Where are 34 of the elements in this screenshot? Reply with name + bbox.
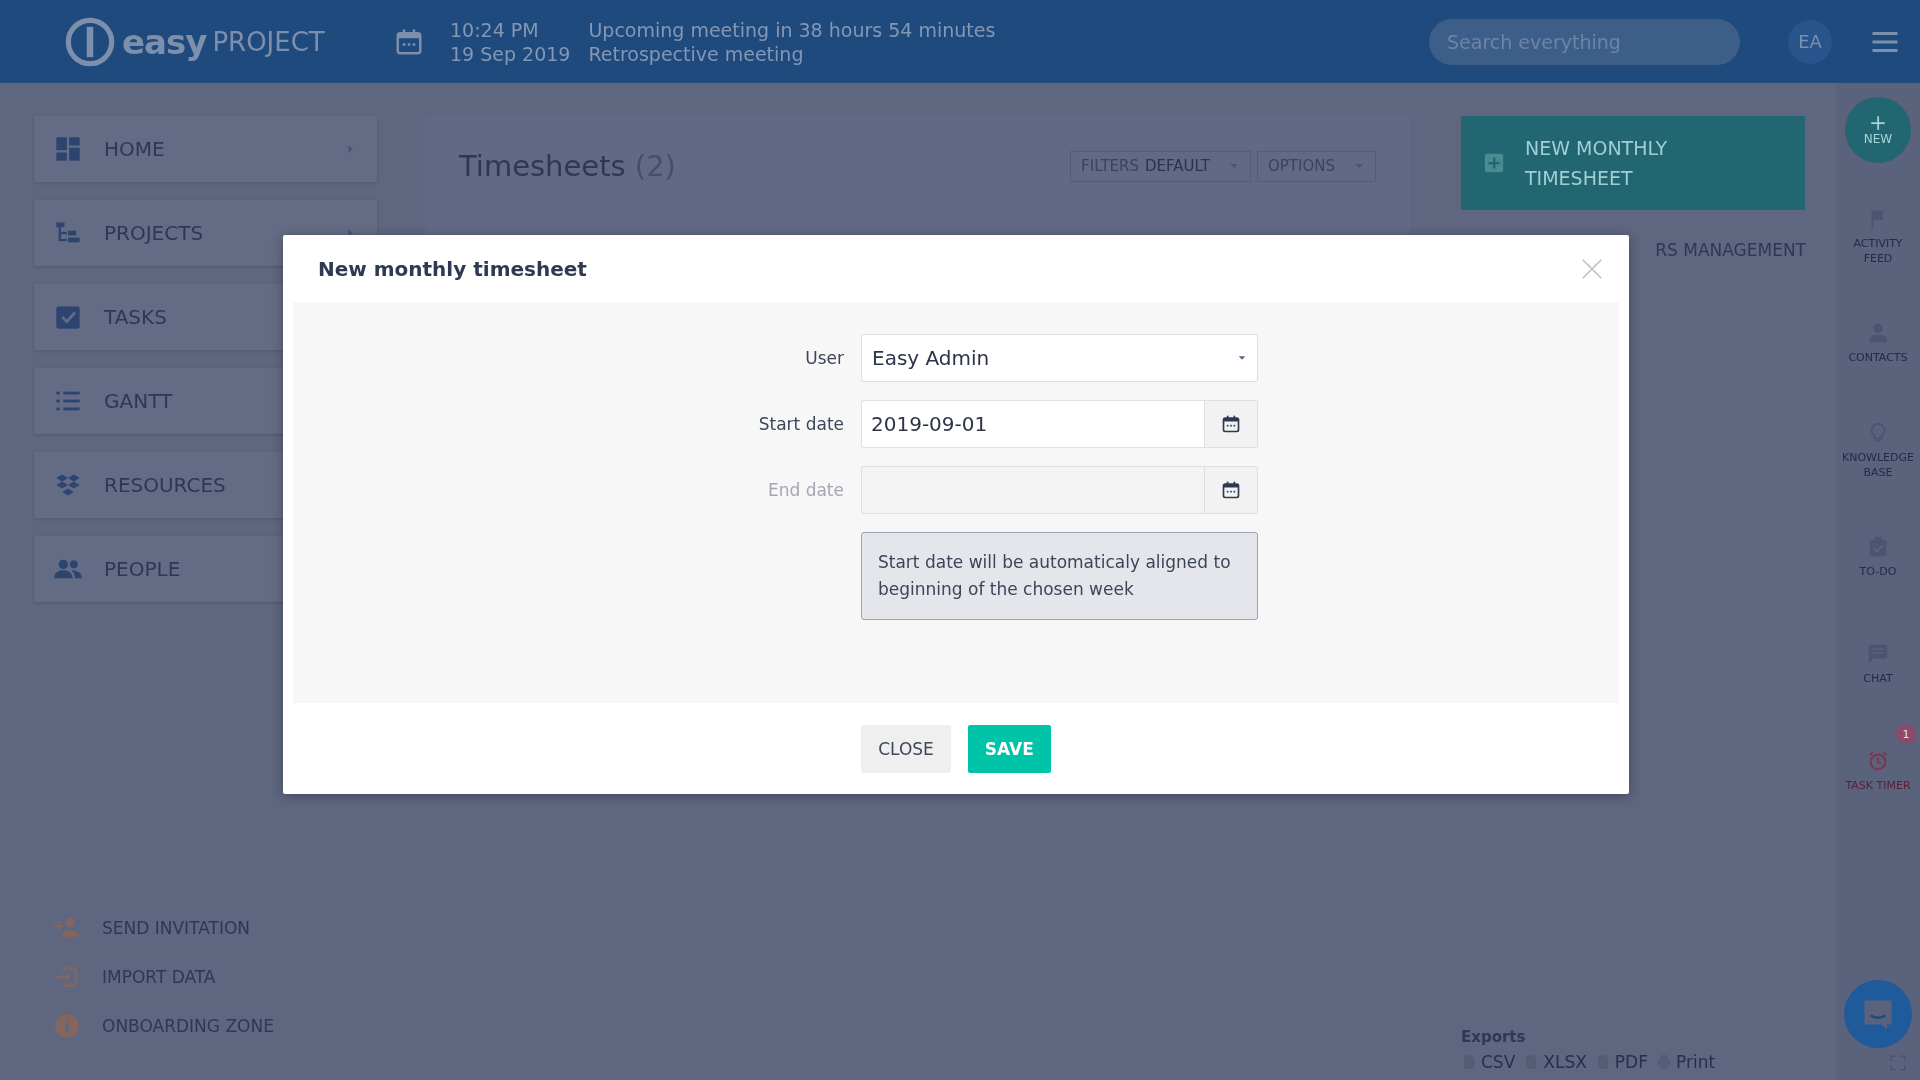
field-label: User (804, 347, 844, 370)
field-label: Start date (757, 413, 844, 436)
close-button[interactable]: CLOSE (861, 724, 951, 773)
logo-text: easy (122, 21, 207, 62)
logo-icon (64, 15, 116, 68)
alarm-clock-icon (1867, 750, 1889, 772)
reminder-date: 19 Sep 2019 (450, 42, 571, 65)
export-link[interactable]: PDF (1614, 1052, 1648, 1072)
dashboard-icon (54, 135, 82, 163)
date-field[interactable]: 2019-09-01 (861, 400, 1204, 448)
field-label: End date (766, 479, 844, 502)
info-note: Start date will be automaticaly aligned to beginning of the chosen week (861, 532, 1258, 620)
count-badge: 1 (1896, 724, 1916, 744)
user-avatar[interactable]: EA (1788, 19, 1832, 64)
export-link[interactable]: CSV (1481, 1052, 1516, 1072)
plus-icon (1483, 152, 1505, 174)
export-link[interactable]: XLSX (1543, 1052, 1587, 1072)
close-icon (1581, 257, 1603, 280)
user-select[interactable]: Easy Admin (861, 334, 1258, 382)
calendar-icon (1221, 414, 1241, 434)
calendar-icon (1221, 480, 1241, 500)
new-button[interactable]: NEW (1845, 97, 1911, 163)
meeting-name[interactable]: Retrospective meeting (588, 42, 996, 65)
reminder-time: 10:24 PM (450, 18, 540, 41)
logo-text: PROJECT (212, 26, 325, 57)
info-icon (54, 1012, 80, 1039)
calendar-button[interactable] (1204, 466, 1258, 514)
reminder-message[interactable]: Upcoming meeting in 38 hours 54 minutes (588, 18, 996, 41)
export-link[interactable]: Print (1676, 1052, 1716, 1072)
new-timesheet-button[interactable]: NEW MONTHLY TIMESHEET (1461, 116, 1805, 210)
plus-icon (1869, 114, 1887, 132)
save-button[interactable]: SAVE (967, 724, 1051, 773)
sidebar-tool[interactable]: TASK TIMER 1 (1836, 718, 1920, 825)
calendar-button[interactable] (1204, 400, 1258, 448)
